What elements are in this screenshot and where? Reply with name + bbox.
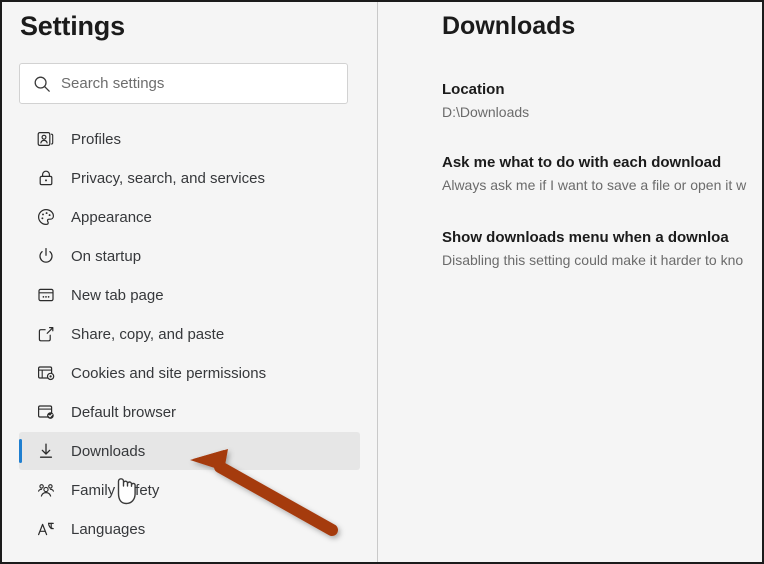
sidebar-item-label: Cookies and site permissions bbox=[71, 364, 267, 382]
settings-sidebar-pane: Settings Search settings Profiles Privac… bbox=[2, 2, 377, 562]
sidebar-item-appearance[interactable]: Appearance bbox=[19, 198, 360, 236]
cookies-gear-icon bbox=[35, 362, 57, 384]
setting-heading: Show downloads menu when a downloa bbox=[442, 229, 729, 246]
selected-accent-bar bbox=[19, 439, 22, 463]
languages-icon bbox=[35, 518, 57, 540]
lock-icon bbox=[35, 167, 57, 189]
sidebar-item-label: Default browser bbox=[71, 403, 177, 421]
sidebar-item-cookies-site-permissions[interactable]: Cookies and site permissions bbox=[19, 354, 360, 392]
new-tab-page-icon bbox=[35, 284, 57, 306]
sidebar-item-label: On startup bbox=[71, 247, 142, 265]
sidebar-item-label: Languages bbox=[71, 520, 146, 538]
search-input[interactable] bbox=[61, 75, 311, 92]
search-settings-box[interactable] bbox=[19, 63, 348, 104]
download-arrow-icon bbox=[35, 440, 57, 462]
setting-description: Always ask me if I want to save a file o… bbox=[442, 177, 747, 193]
sidebar-item-profiles[interactable]: Profiles bbox=[19, 120, 360, 158]
content-title: Downloads bbox=[442, 12, 576, 40]
sidebar-item-family-safety[interactable]: Family safety bbox=[19, 471, 360, 509]
page-title: Settings bbox=[20, 11, 125, 41]
search-icon bbox=[33, 75, 51, 93]
sidebar-item-label: Appearance bbox=[71, 208, 152, 226]
sidebar-item-privacy-search-services[interactable]: Privacy, search, and services bbox=[19, 159, 360, 197]
setting-value: D:\Downloads bbox=[442, 104, 530, 120]
sidebar-item-on-startup[interactable]: On startup bbox=[19, 237, 360, 275]
sidebar-item-label: Profiles bbox=[71, 130, 122, 148]
setting-description: Disabling this setting could make it har… bbox=[442, 252, 744, 268]
sidebar-item-languages[interactable]: Languages bbox=[19, 510, 360, 548]
family-people-icon bbox=[35, 479, 57, 501]
sidebar-item-label: Family safety bbox=[71, 481, 160, 499]
setting-ask-each-download: Ask me what to do with each download Alw… bbox=[442, 154, 746, 193]
sidebar-item-label: Downloads bbox=[71, 442, 146, 460]
share-icon bbox=[35, 323, 57, 345]
setting-location: Location D:\Downloads bbox=[442, 81, 529, 120]
sidebar-item-downloads[interactable]: Downloads bbox=[19, 432, 360, 470]
profile-card-icon bbox=[35, 128, 57, 150]
sidebar-item-label: Share, copy, and paste bbox=[71, 325, 225, 343]
sidebar-item-new-tab-page[interactable]: New tab page bbox=[19, 276, 360, 314]
power-icon bbox=[35, 245, 57, 267]
sidebar-item-default-browser[interactable]: Default browser bbox=[19, 393, 360, 431]
setting-heading: Location bbox=[442, 81, 505, 98]
sidebar-item-share-copy-paste[interactable]: Share, copy, and paste bbox=[19, 315, 360, 353]
setting-show-downloads-menu: Show downloads menu when a downloa Disab… bbox=[442, 229, 743, 268]
settings-nav-list: Profiles Privacy, search, and services A… bbox=[2, 120, 377, 549]
settings-window: Settings Search settings Profiles Privac… bbox=[0, 0, 764, 564]
sidebar-item-label: Privacy, search, and services bbox=[71, 169, 265, 187]
default-browser-check-icon bbox=[35, 401, 57, 423]
downloads-settings-pane: Downloads Location D:\Downloads Ask me w… bbox=[378, 2, 762, 562]
palette-icon bbox=[35, 206, 57, 228]
sidebar-item-label: New tab page bbox=[71, 286, 164, 304]
setting-heading: Ask me what to do with each download bbox=[442, 154, 722, 171]
